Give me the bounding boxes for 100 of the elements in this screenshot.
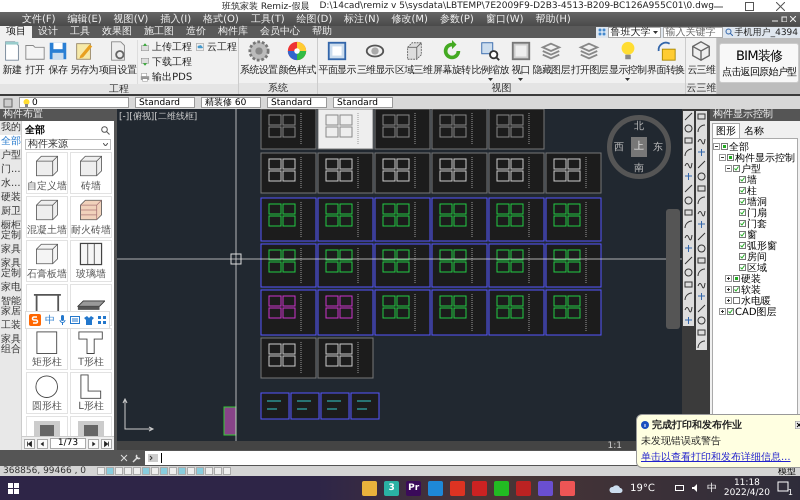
checkbox[interactable] <box>733 275 740 282</box>
ribbon-button[interactable]: 云三维 <box>687 40 716 83</box>
page-field[interactable]: 1/73 <box>50 438 86 450</box>
shirt-icon[interactable] <box>84 316 94 324</box>
category-tab[interactable]: 厨卫 <box>0 205 21 220</box>
panel-tab[interactable]: 名称 <box>740 123 768 138</box>
ribbon-button[interactable]: 新建 <box>1 40 23 84</box>
ribbon-tab[interactable]: 帮助 <box>306 26 338 38</box>
expand-icon[interactable] <box>725 286 732 294</box>
compass-label[interactable]: 东 <box>653 140 663 154</box>
circle-tool-icon[interactable] <box>684 196 693 206</box>
expand-icon[interactable] <box>725 275 732 282</box>
component-tile[interactable]: 石膏板墙 <box>26 240 68 282</box>
ribbon-button[interactable]: 系统设置 <box>240 40 278 83</box>
wrench-icon[interactable] <box>132 454 141 463</box>
layers-icon[interactable] <box>3 98 13 108</box>
style-dropdown[interactable]: Standard <box>135 97 195 108</box>
rectangle-tool-icon[interactable] <box>684 280 693 290</box>
ribbon-button[interactable]: 三维显示 <box>356 40 394 83</box>
weather-temperature[interactable]: 19°C <box>630 482 655 494</box>
taskbar-app[interactable] <box>560 480 576 496</box>
arc-tool-icon[interactable] <box>697 196 706 206</box>
move-tool-icon[interactable] <box>697 220 706 230</box>
rectangle-tool-icon[interactable] <box>697 184 706 194</box>
annotation-scale[interactable]: 1:1 <box>608 440 622 451</box>
close-icon[interactable] <box>776 2 785 10</box>
arc-tool-icon[interactable] <box>684 220 693 230</box>
curve-tool-icon[interactable] <box>684 304 693 314</box>
drafting-toggle[interactable] <box>196 467 204 476</box>
style-dropdown[interactable]: 精装修 60 <box>201 97 261 108</box>
checkbox[interactable] <box>733 297 740 304</box>
first-page-icon[interactable] <box>24 438 35 449</box>
menu-item[interactable]: 帮助(H) <box>536 12 571 26</box>
drafting-toggle[interactable] <box>115 467 124 476</box>
curve-tool-icon[interactable] <box>684 160 693 170</box>
windows-logo-icon[interactable] <box>8 482 19 494</box>
expand-icon[interactable] <box>719 308 726 316</box>
restore-icon[interactable] <box>781 16 787 22</box>
category-tab[interactable]: 硬装 <box>0 191 21 206</box>
ribbon-button[interactable]: 显示控制 <box>609 40 646 83</box>
taskbar-app[interactable] <box>362 480 378 496</box>
ribbon-tab[interactable]: 造价 <box>180 26 212 38</box>
category-tab[interactable]: 家具 <box>0 243 21 258</box>
clock[interactable]: 11:18 2022/4/20 <box>724 478 770 498</box>
ribbon-tab[interactable]: 施工图 <box>138 26 180 38</box>
keyboard-icon[interactable] <box>70 316 80 324</box>
menu-item[interactable]: 绘图(D) <box>296 12 332 26</box>
drafting-toggle[interactable] <box>142 467 150 476</box>
category-tab[interactable]: 橱柜定制 <box>0 219 21 244</box>
taskbar-app[interactable]: Pr <box>406 480 422 496</box>
category-tab[interactable]: 智能家居 <box>0 295 21 320</box>
grid-menu-icon[interactable] <box>98 316 106 324</box>
panel-tab[interactable]: 图形 <box>712 123 740 138</box>
line-tool-icon[interactable] <box>697 160 706 170</box>
move-tool-icon[interactable] <box>697 148 706 158</box>
maximize-icon[interactable] <box>744 2 754 10</box>
rectangle-tool-icon[interactable] <box>684 136 693 146</box>
view-cube[interactable]: 上 <box>631 137 647 158</box>
category-tab[interactable]: 我的 <box>0 121 21 136</box>
ribbon-tab[interactable]: 会员中心 <box>254 26 306 38</box>
ribbon-button[interactable]: 保存 <box>47 40 69 84</box>
collapse-icon[interactable] <box>713 143 720 150</box>
arc-tool-icon[interactable] <box>697 340 706 350</box>
menu-item[interactable]: 插入(I) <box>160 12 192 26</box>
drafting-toggle[interactable] <box>124 467 132 476</box>
drafting-toggle[interactable] <box>133 467 142 476</box>
collapse-icon[interactable] <box>719 154 726 162</box>
drafting-toggle[interactable] <box>178 467 186 476</box>
compass-label[interactable]: 西 <box>614 140 624 154</box>
microphone-icon[interactable] <box>59 315 66 325</box>
menu-item[interactable]: 参数(P) <box>440 12 474 26</box>
ribbon-button[interactable]: 平面显示 <box>318 40 356 83</box>
component-tile[interactable]: 耐火砖墙 <box>70 196 112 238</box>
previous-page-icon[interactable] <box>37 438 48 449</box>
ribbon-tab[interactable]: 效果图 <box>96 26 138 38</box>
drafting-toggle[interactable] <box>160 467 168 476</box>
rectangle-tool-icon[interactable] <box>697 328 706 338</box>
arc-tool-icon[interactable] <box>684 148 693 158</box>
details-link[interactable]: 单击以查看打印和发布详细信息... <box>641 450 800 464</box>
input-method-floating-menu[interactable]: 中 <box>25 311 110 329</box>
source-dropdown[interactable]: 构件来源 <box>25 139 111 150</box>
arc-tool-icon[interactable] <box>684 292 693 302</box>
rectangle-tool-icon[interactable] <box>697 112 706 122</box>
style-dropdown[interactable]: Standard <box>267 97 327 108</box>
ribbon-button[interactable]: 视口 <box>510 40 532 83</box>
ribbon-button[interactable]: 区域三维 <box>395 40 432 83</box>
move-tool-icon[interactable] <box>684 172 693 182</box>
ribbon-tab[interactable]: 项目 <box>0 26 32 38</box>
ribbon-tab[interactable]: 设计 <box>32 26 64 38</box>
drafting-toggle[interactable] <box>97 467 106 476</box>
menu-item[interactable]: 视图(V) <box>114 12 148 26</box>
ribbon-button[interactable]: 屏幕旋转 <box>433 40 470 83</box>
menu-item[interactable]: 窗口(W) <box>486 12 524 26</box>
ribbon-button[interactable]: 隐藏图层 <box>532 40 570 83</box>
curve-tool-icon[interactable] <box>697 136 706 146</box>
layer-dropdown[interactable]: 0 <box>19 97 129 108</box>
drafting-toggle[interactable] <box>151 467 160 476</box>
circle-tool-icon[interactable] <box>697 172 706 182</box>
line-tool-icon[interactable] <box>684 256 693 266</box>
circle-tool-icon[interactable] <box>684 124 693 134</box>
